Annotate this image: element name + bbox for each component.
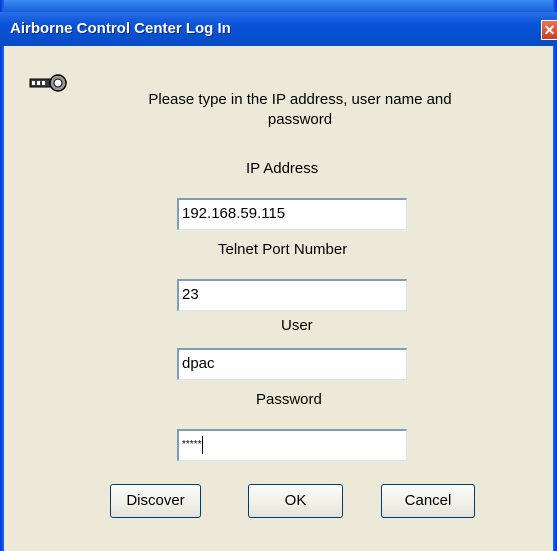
window-top-edge	[0, 0, 557, 12]
telnet-port-value: 23	[182, 286, 199, 303]
instructions-text: Please type in the IP address, user name…	[148, 91, 452, 128]
cancel-button[interactable]: Cancel	[381, 484, 475, 518]
telnet-port-label: Telnet Port Number	[218, 241, 348, 258]
telnet-port-input[interactable]: 23	[177, 279, 407, 311]
password-label: Password	[256, 391, 322, 408]
ip-address-value: 192.168.59.115	[182, 205, 286, 222]
text-caret	[202, 436, 204, 455]
window-title: Airborne Control Center Log In	[10, 20, 231, 37]
ip-address-input[interactable]: 192.168.59.115	[177, 198, 407, 230]
user-value: dpac	[182, 355, 215, 372]
user-label: User	[281, 317, 313, 334]
title-bar[interactable]: Airborne Control Center Log In ✕	[0, 12, 557, 46]
close-button[interactable]: ✕	[541, 20, 557, 40]
window-left-border	[0, 0, 4, 551]
login-dialog: Airborne Control Center Log In ✕ Please …	[0, 0, 557, 551]
ok-button[interactable]: OK	[248, 484, 343, 518]
close-icon: ✕	[543, 22, 556, 38]
ip-address-label: IP Address	[246, 160, 319, 177]
key-icon	[29, 74, 67, 92]
discover-button[interactable]: Discover	[110, 484, 201, 518]
password-input[interactable]: *****	[177, 429, 407, 461]
window-right-border	[553, 0, 557, 551]
user-input[interactable]: dpac	[177, 348, 407, 380]
password-mask: *****	[182, 439, 202, 451]
